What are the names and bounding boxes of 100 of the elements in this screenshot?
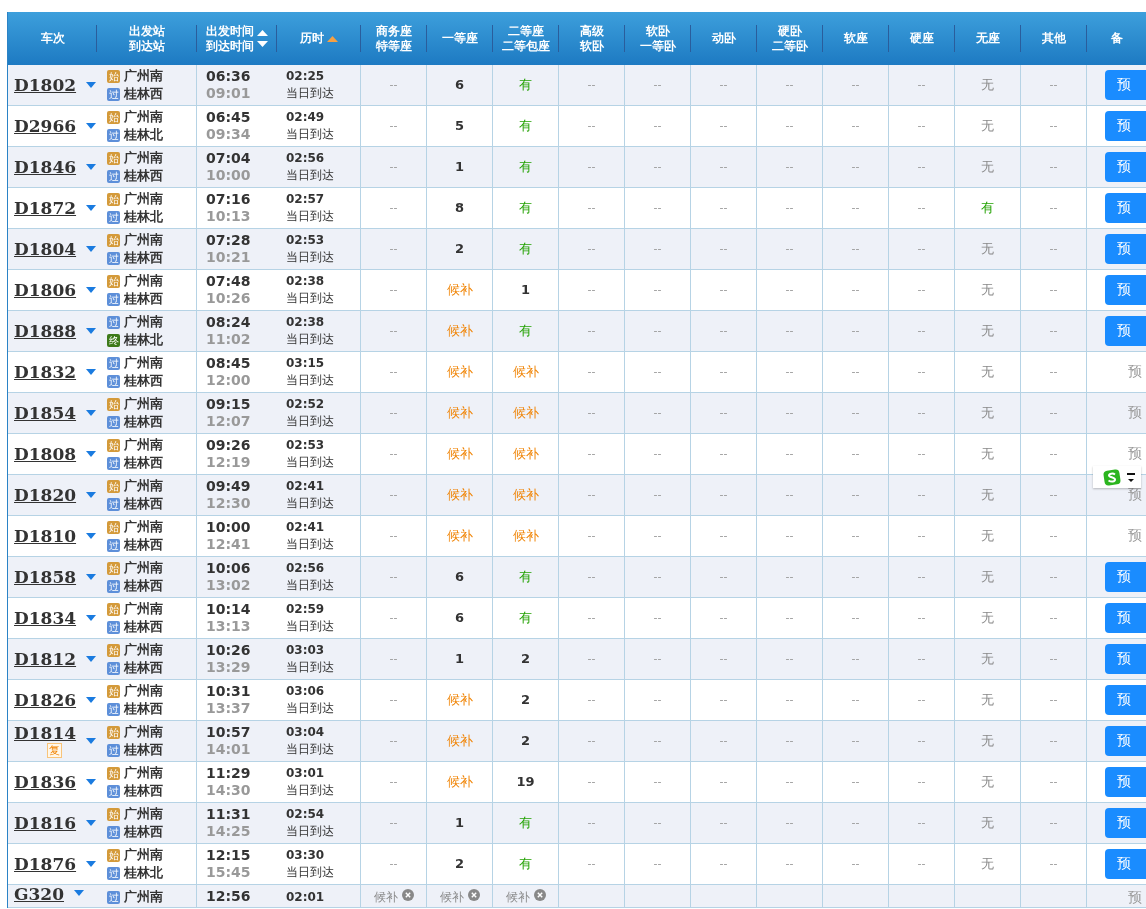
book-button[interactable]: 预 [1105,234,1146,264]
seat-availability[interactable]: 候补 [446,692,473,708]
seat-availability: -- [851,856,860,872]
seat-availability[interactable]: 候补 [446,487,473,503]
seat-availability[interactable]: 候补 [446,446,473,462]
dropdown-caret-icon[interactable] [86,246,97,252]
seat-availability[interactable]: 候补 [446,774,473,790]
dropdown-caret-icon[interactable] [86,492,97,498]
train-number-link[interactable]: D1832 [14,362,77,382]
book-button[interactable]: 预 [1105,152,1146,182]
dropdown-caret-icon[interactable] [86,533,97,539]
train-number-link[interactable]: D1834 [14,608,77,628]
seat-availability: -- [719,364,728,380]
seat-availability[interactable]: 候补 [512,405,539,421]
book-button[interactable]: 预 [1105,193,1146,223]
book-button[interactable]: 预 [1105,644,1146,674]
station-name: 广州南 [124,889,163,905]
book-label: 预 [1128,889,1142,907]
seat-availability[interactable]: 候补 [512,487,539,503]
minimize-caret-icon[interactable] [1127,471,1135,483]
dropdown-caret-icon[interactable] [86,820,97,826]
train-number-link[interactable]: D1816 [14,813,77,833]
train-number-link[interactable]: D1810 [14,526,77,546]
station-badge: 过 [107,415,120,429]
book-button[interactable]: 预 [1105,808,1146,838]
train-number-link[interactable]: D1806 [14,280,77,300]
dropdown-caret-icon[interactable] [74,890,84,896]
seat-availability[interactable]: 候补 [512,528,539,544]
train-number-link[interactable]: D1858 [14,567,77,587]
seat-availability: 2 [520,651,530,667]
dropdown-caret-icon[interactable] [86,861,97,867]
dropdown-caret-icon[interactable] [86,410,97,416]
seat-availability[interactable]: 候补 [446,364,473,380]
train-number-link[interactable]: D1876 [14,854,77,874]
book-button[interactable]: 预 [1105,849,1146,879]
dropdown-caret-icon[interactable] [86,123,97,129]
dropdown-caret-icon[interactable] [86,328,97,334]
seat-availability: 有 [519,159,532,175]
seat-availability: -- [587,651,596,667]
dropdown-caret-icon[interactable] [86,656,97,662]
dropdown-caret-icon[interactable] [86,369,97,375]
station-name: 桂林西 [124,455,163,471]
seat-availability: -- [917,77,926,93]
dropdown-caret-icon[interactable] [86,287,97,293]
train-number-link[interactable]: D1888 [14,321,77,341]
dropdown-caret-icon[interactable] [86,82,97,88]
seat-availability: -- [1049,159,1058,175]
train-number-link[interactable]: D1812 [14,649,77,669]
book-button[interactable]: 预 [1105,726,1146,756]
station-name: 桂林西 [124,291,163,307]
seat-availability: -- [653,77,662,93]
train-number-link[interactable]: G320 [14,885,64,904]
train-number-link[interactable]: D1802 [14,75,77,95]
seat-availability: -- [653,528,662,544]
dropdown-caret-icon[interactable] [86,205,97,211]
sort-down-icon[interactable] [257,41,268,47]
train-number-link[interactable]: D1820 [14,485,77,505]
book-button[interactable]: 预 [1105,767,1146,797]
book-button[interactable]: 预 [1105,275,1146,305]
sort-up-icon[interactable] [257,30,268,36]
seat-availability[interactable]: 候补 [512,364,539,380]
seat-availability[interactable]: 候补 [446,733,473,749]
dropdown-caret-icon[interactable] [86,164,97,170]
dropdown-caret-icon[interactable] [86,738,97,744]
train-number-link[interactable]: D1826 [14,690,77,710]
seat-availability[interactable]: 候补 [446,323,473,339]
dropdown-caret-icon[interactable] [86,451,97,457]
seat-availability: -- [1049,118,1058,134]
dropdown-caret-icon[interactable] [86,779,97,785]
book-button[interactable]: 预 [1105,685,1146,715]
train-number-link[interactable]: D1846 [14,157,77,177]
book-button[interactable]: 预 [1105,603,1146,633]
seat-availability: -- [917,118,926,134]
train-number-link[interactable]: D1836 [14,772,77,792]
book-button[interactable]: 预 [1105,316,1146,346]
seat-availability: -- [785,651,794,667]
train-number-link[interactable]: D1872 [14,198,77,218]
arrival-day: 当日到达 [286,618,334,635]
seat-availability[interactable]: 候补 [512,446,539,462]
departure-time: 09:26 [206,437,252,454]
train-number-link[interactable]: D2966 [14,116,77,136]
seat-availability[interactable]: 候补 [446,282,473,298]
seat-availability: -- [389,241,398,257]
seat-availability[interactable]: 候补 [446,528,473,544]
book-button[interactable]: 预 [1105,70,1146,100]
seat-availability[interactable]: 候补 [446,405,473,421]
train-number-link[interactable]: D1854 [14,403,77,423]
dropdown-caret-icon[interactable] [86,697,97,703]
train-number-link[interactable]: D1804 [14,239,77,259]
train-number-link[interactable]: D1814 [14,724,77,743]
book-label: 预 [1128,404,1142,422]
station-badge: 过 [107,292,120,306]
dropdown-caret-icon[interactable] [86,574,97,580]
seat-availability: -- [719,733,728,749]
train-number-link[interactable]: D1808 [14,444,77,464]
input-method-widget[interactable] [1093,466,1141,488]
book-button[interactable]: 预 [1105,111,1146,141]
book-button[interactable]: 预 [1105,562,1146,592]
dropdown-caret-icon[interactable] [86,615,97,621]
seat-availability: -- [389,200,398,216]
